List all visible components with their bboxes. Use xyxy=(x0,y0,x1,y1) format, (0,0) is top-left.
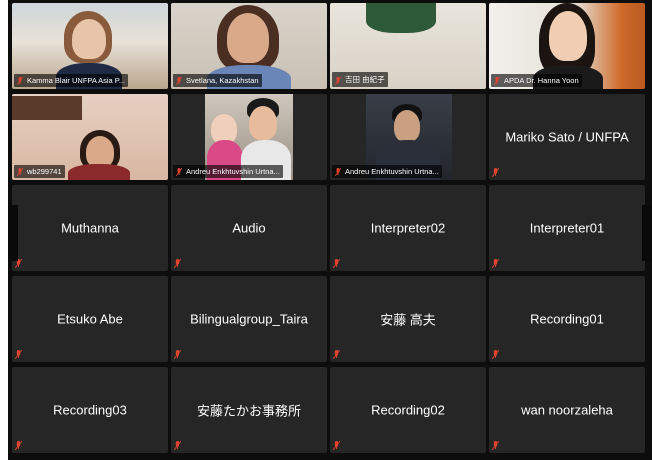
microphone-muted-icon xyxy=(335,77,341,85)
previous-page-handle[interactable] xyxy=(8,205,18,261)
participant-name: Etsuko Abe xyxy=(57,311,123,327)
participant-name-label: Andreu Enkhtuvshin Urtna... xyxy=(173,165,283,178)
microphone-muted-icon xyxy=(174,259,181,268)
participant-name-label: wb299741 xyxy=(14,165,65,178)
participant-tile[interactable]: Bilingualgroup_Taira xyxy=(171,276,327,362)
participant-name: APDA Dr. Hanna Yoon xyxy=(504,76,579,85)
participant-tile[interactable]: wan noorzaleha xyxy=(489,367,645,453)
participant-tile[interactable]: 安藤たかお事務所 xyxy=(171,367,327,453)
participant-name: 吉田 由紀子 xyxy=(345,75,385,84)
participant-tile[interactable]: Interpreter02 xyxy=(330,185,486,271)
participant-tile[interactable]: Muthanna xyxy=(12,185,168,271)
participant-name-label: Andreu Enkhtuvshin Urtna... xyxy=(332,165,442,178)
participant-tile[interactable]: Mariko Sato / UNFPA xyxy=(489,94,645,180)
microphone-muted-icon xyxy=(333,350,340,359)
participant-tile[interactable]: Etsuko Abe xyxy=(12,276,168,362)
participant-name: Svetlana, Kazakhstan xyxy=(186,76,259,85)
participant-name: 安藤たかお事務所 xyxy=(196,403,301,419)
participant-tile[interactable]: Kamma Blair UNFPA Asia P... xyxy=(12,3,168,89)
participant-tile[interactable]: Interpreter01 xyxy=(489,185,645,271)
microphone-muted-icon xyxy=(17,77,23,85)
microphone-muted-icon xyxy=(492,441,499,450)
microphone-muted-icon xyxy=(176,168,182,176)
microphone-muted-icon xyxy=(174,441,181,450)
participant-name: Bilingualgroup_Taira xyxy=(190,311,308,327)
microphone-muted-icon xyxy=(15,350,22,359)
participant-name: Audio xyxy=(232,220,266,236)
participant-name-label: APDA Dr. Hanna Yoon xyxy=(491,74,582,87)
participant-name: Kamma Blair UNFPA Asia P... xyxy=(27,76,126,85)
microphone-muted-icon xyxy=(492,259,499,268)
participant-name: Recording01 xyxy=(530,311,604,327)
microphone-muted-icon xyxy=(176,77,182,85)
microphone-muted-icon xyxy=(333,441,340,450)
participant-name-label: Kamma Blair UNFPA Asia P... xyxy=(14,74,129,87)
participant-tile[interactable]: Recording02 xyxy=(330,367,486,453)
participant-tile[interactable]: Andreu Enkhtuvshin Urtna... xyxy=(330,94,486,180)
microphone-muted-icon xyxy=(333,259,340,268)
microphone-muted-icon xyxy=(174,350,181,359)
participant-tile[interactable]: Audio xyxy=(171,185,327,271)
microphone-muted-icon xyxy=(15,441,22,450)
participant-tile[interactable]: Andreu Enkhtuvshin Urtna... xyxy=(171,94,327,180)
participant-name: Interpreter01 xyxy=(529,220,605,236)
participant-name: wb299741 xyxy=(27,167,62,176)
microphone-muted-icon xyxy=(17,168,23,176)
participant-tile[interactable]: APDA Dr. Hanna Yoon xyxy=(489,3,645,89)
participant-tile[interactable]: 吉田 由紀子 xyxy=(330,3,486,89)
participant-name: Recording02 xyxy=(371,402,445,418)
participant-name: Muthanna xyxy=(61,220,119,236)
participant-name: Andreu Enkhtuvshin Urtna... xyxy=(186,167,280,176)
participant-name: Mariko Sato / UNFPA xyxy=(505,129,629,145)
participant-name-label: 吉田 由紀子 xyxy=(332,72,388,87)
microphone-muted-icon xyxy=(335,168,341,176)
video-gallery: Kamma Blair UNFPA Asia P... Svetlana, Ka… xyxy=(8,0,652,460)
participant-tile[interactable]: wb299741 xyxy=(12,94,168,180)
participant-name: Interpreter02 xyxy=(370,220,446,236)
microphone-muted-icon xyxy=(492,350,499,359)
participant-name-label: Svetlana, Kazakhstan xyxy=(173,74,262,87)
participant-name: 安藤 高夫 xyxy=(380,312,436,328)
participant-tile[interactable]: 安藤 高夫 xyxy=(330,276,486,362)
participant-name: Recording03 xyxy=(53,402,127,418)
participant-tile[interactable]: Svetlana, Kazakhstan xyxy=(171,3,327,89)
participant-tile[interactable]: Recording03 xyxy=(12,367,168,453)
microphone-muted-icon xyxy=(494,77,500,85)
next-page-handle[interactable] xyxy=(642,205,652,261)
participant-name: Andreu Enkhtuvshin Urtna... xyxy=(345,167,439,176)
participant-tile[interactable]: Recording01 xyxy=(489,276,645,362)
microphone-muted-icon xyxy=(492,168,499,177)
participant-name: wan noorzaleha xyxy=(521,402,613,418)
